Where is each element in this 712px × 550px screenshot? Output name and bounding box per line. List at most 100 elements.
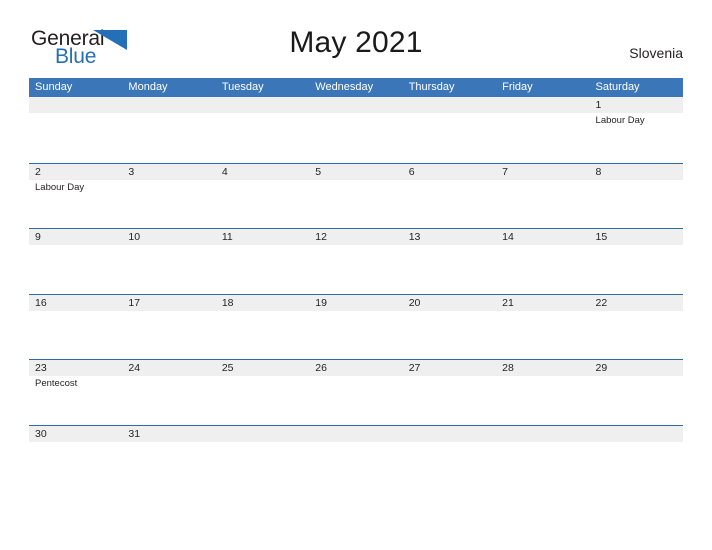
day-number-13[interactable]: 13 <box>403 229 496 245</box>
date-number-band: 23 24 25 26 27 28 29 <box>29 360 683 376</box>
holiday-label: Pentecost <box>35 378 78 389</box>
day-events-cell <box>496 180 589 228</box>
day-number-24[interactable]: 24 <box>122 360 215 376</box>
day-number-31[interactable]: 31 <box>122 426 215 442</box>
day-number-empty <box>590 426 683 442</box>
weekday-header-monday: Monday <box>128 81 168 93</box>
day-number-28[interactable]: 28 <box>496 360 589 376</box>
day-number-empty <box>216 426 309 442</box>
day-events-cell: Labour Day <box>590 113 683 161</box>
day-number-empty <box>496 97 589 113</box>
day-number-9[interactable]: 9 <box>29 229 122 245</box>
event-band: Pentecost <box>29 376 683 424</box>
weekday-header-row: Sunday Monday Tuesday Wednesday Thursday Frid… <box>29 78 683 97</box>
day-number-15[interactable]: 15 <box>590 229 683 245</box>
day-events-cell <box>122 376 215 424</box>
day-events-cell <box>216 376 309 424</box>
day-events-cell: Labour Day <box>29 180 122 228</box>
event-band <box>29 245 683 293</box>
day-number-2[interactable]: 2 <box>29 164 122 180</box>
date-number-band: 9 10 11 12 13 14 15 <box>29 229 683 245</box>
day-events-cell <box>403 113 496 161</box>
day-events-cell <box>309 245 402 293</box>
weekday-header-tuesday: Tuesday <box>221 81 264 93</box>
weekday-header-sunday: Sunday <box>35 81 73 93</box>
day-number-16[interactable]: 16 <box>29 295 122 311</box>
day-number-5[interactable]: 5 <box>309 164 402 180</box>
day-number-21[interactable]: 21 <box>496 295 589 311</box>
day-number-empty <box>122 97 215 113</box>
day-number-10[interactable]: 10 <box>122 229 215 245</box>
weekday-header-friday: Friday <box>502 81 533 93</box>
day-number-3[interactable]: 3 <box>122 164 215 180</box>
day-number-29[interactable]: 29 <box>590 360 683 376</box>
date-number-band: 1 <box>29 97 683 113</box>
day-events-cell <box>122 180 215 228</box>
day-events-cell <box>496 245 589 293</box>
page-header: General Blue May 2021 Slovenia <box>0 0 712 78</box>
day-events-cell <box>216 311 309 359</box>
day-events-cell <box>122 113 215 161</box>
day-number-7[interactable]: 7 <box>496 164 589 180</box>
day-number-27[interactable]: 27 <box>403 360 496 376</box>
day-events-cell <box>496 113 589 161</box>
day-number-empty <box>216 97 309 113</box>
day-events-cell <box>309 376 402 424</box>
day-events-cell <box>496 311 589 359</box>
day-events-cell <box>309 311 402 359</box>
day-events-cell <box>216 113 309 161</box>
day-events-cell <box>590 180 683 228</box>
day-events-cell <box>29 245 122 293</box>
day-number-12[interactable]: 12 <box>309 229 402 245</box>
day-events-cell <box>590 245 683 293</box>
day-events-cell <box>216 180 309 228</box>
day-number-19[interactable]: 19 <box>309 295 402 311</box>
day-events-cell <box>216 245 309 293</box>
day-number-20[interactable]: 20 <box>403 295 496 311</box>
day-events-cell <box>403 376 496 424</box>
calendar-week-row: 30 31 <box>29 424 683 447</box>
calendar-weeks: 1 Labour Day 2 3 4 5 6 7 8 Labour Day 9 10 11 12 13 14 1… <box>29 97 683 447</box>
day-events-cell <box>403 245 496 293</box>
day-events-cell <box>122 245 215 293</box>
day-events-cell <box>29 311 122 359</box>
day-events-cell <box>122 311 215 359</box>
day-events-cell <box>590 376 683 424</box>
event-band <box>29 311 683 359</box>
calendar-week-row: 9 10 11 12 13 14 15 <box>29 228 683 294</box>
day-number-8[interactable]: 8 <box>590 164 683 180</box>
calendar-week-row: 23 24 25 26 27 28 29 Pentecost <box>29 359 683 425</box>
day-number-empty <box>29 97 122 113</box>
day-number-18[interactable]: 18 <box>216 295 309 311</box>
day-number-empty <box>309 426 402 442</box>
day-events-cell <box>496 376 589 424</box>
day-number-empty <box>403 97 496 113</box>
day-events-cell <box>29 113 122 161</box>
region-label: Slovenia <box>629 45 683 61</box>
day-number-22[interactable]: 22 <box>590 295 683 311</box>
day-number-26[interactable]: 26 <box>309 360 402 376</box>
day-number-11[interactable]: 11 <box>216 229 309 245</box>
weekday-header-thursday: Thursday <box>408 81 455 93</box>
weekday-header-saturday: Saturday <box>595 81 640 93</box>
day-number-23[interactable]: 23 <box>29 360 122 376</box>
date-number-band: 30 31 <box>29 425 683 442</box>
calendar-week-row: 16 17 18 19 20 21 22 <box>29 293 683 360</box>
page-title: May 2021 <box>289 26 423 59</box>
day-number-4[interactable]: 4 <box>216 164 309 180</box>
calendar-grid: Sunday Monday Tuesday Wednesday Thursday Frid… <box>29 78 683 447</box>
day-number-30[interactable]: 30 <box>29 426 122 442</box>
event-band: Labour Day <box>29 113 683 161</box>
day-number-25[interactable]: 25 <box>216 360 309 376</box>
holiday-label: Labour Day <box>595 115 645 126</box>
day-number-14[interactable]: 14 <box>496 229 589 245</box>
day-number-empty <box>403 426 496 442</box>
day-events-cell <box>590 311 683 359</box>
day-number-17[interactable]: 17 <box>122 295 215 311</box>
day-events-cell: Pentecost <box>29 376 122 424</box>
day-events-cell <box>403 311 496 359</box>
day-events-cell <box>403 180 496 228</box>
day-number-1[interactable]: 1 <box>590 97 683 113</box>
day-events-cell <box>309 113 402 161</box>
day-number-6[interactable]: 6 <box>403 164 496 180</box>
